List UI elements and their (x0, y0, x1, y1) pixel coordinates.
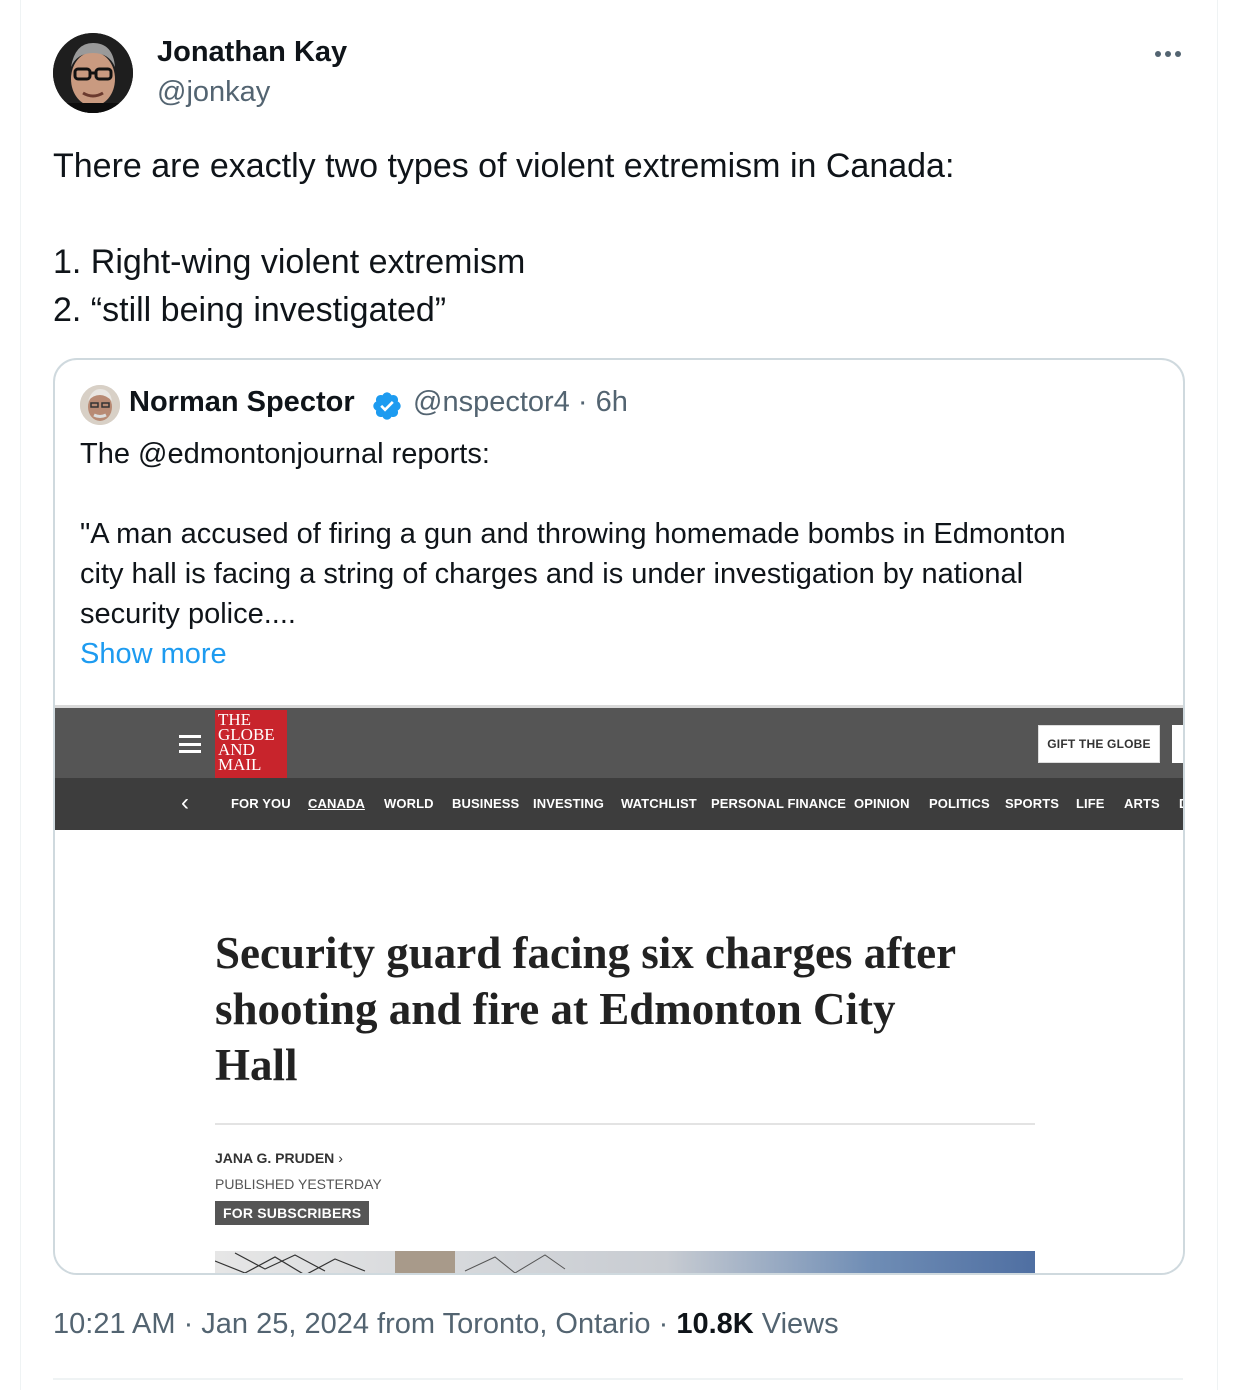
tweet-line: 2. “still being investigated” (53, 291, 447, 329)
nav-item-canada: CANADA (308, 796, 365, 811)
author-avatar[interactable] (53, 33, 133, 113)
nav-item-investing: INVESTING (533, 796, 604, 811)
views-count: 10.8K (676, 1308, 754, 1340)
quoted-line: The @edmontonjournal reports: (80, 438, 490, 470)
globe-header-bar: THE GLOBE AND MAIL GIFT THE GLOBE (55, 708, 1183, 778)
nav-item-personal-finance: PERSONAL FINANCE (711, 796, 846, 811)
headline-line: shooting and fire at Edmonton City (215, 984, 896, 1034)
headline-line: Hall (215, 1040, 298, 1090)
divider (53, 1378, 1183, 1380)
article-photo (215, 1251, 1035, 1273)
nav-item-watchlist: WATCHLIST (621, 796, 697, 811)
author-name[interactable]: Jonathan Kay (157, 36, 347, 69)
quoted-line: security police.... (80, 598, 296, 630)
nav-item-politics: POLITICS (929, 796, 990, 811)
quoted-line: "A man accused of firing a gun and throw… (80, 518, 1066, 550)
quoted-author-name[interactable]: Norman Spector (129, 386, 355, 419)
author-photo (53, 33, 133, 113)
tweet-timestamp: 10:21 AM · Jan 25, 2024 from Toronto, On… (53, 1308, 839, 1341)
more-options-icon[interactable] (1148, 40, 1188, 68)
headline-line: Security guard facing six charges after (215, 928, 957, 978)
article-byline: JANA G. PRUDEN › (215, 1150, 343, 1166)
quoted-author-avatar[interactable] (80, 385, 120, 425)
header-extra-button (1172, 725, 1183, 763)
chevron-right-icon: › (338, 1150, 343, 1166)
nav-item-life: LIFE (1076, 796, 1105, 811)
quoted-line: city hall is facing a string of charges … (80, 558, 1024, 590)
published-date: PUBLISHED YESTERDAY (215, 1176, 382, 1192)
nav-item-business: BUSINESS (452, 796, 520, 811)
tweet-line: There are exactly two types of violent e… (53, 147, 955, 185)
quoted-tweet-text: The @edmontonjournal reports: "A man acc… (80, 434, 1170, 634)
article-headline: Security guard facing six charges after … (215, 925, 1045, 1093)
nav-item-for-you: FOR YOU (231, 796, 291, 811)
tweet-line (53, 190, 1183, 238)
nav-item-opinion: OPINION (854, 796, 910, 811)
globe-nav-bar: ‹ FOR YOU CANADA WORLD BUSINESS INVESTIN… (55, 778, 1183, 830)
nav-item-sports: SPORTS (1005, 796, 1060, 811)
tweet-line: 1. Right-wing violent extremism (53, 243, 526, 281)
globe-and-mail-logo: THE GLOBE AND MAIL (215, 710, 287, 778)
verified-badge-icon (373, 392, 401, 420)
nav-item-arts: ARTS (1124, 796, 1160, 811)
nav-item-world: WORLD (384, 796, 434, 811)
headline-divider (215, 1123, 1035, 1125)
show-more-link[interactable]: Show more (80, 634, 227, 674)
chevron-left-icon: ‹ (181, 789, 189, 816)
byline-author: JANA G. PRUDEN (215, 1150, 335, 1166)
views-label: Views (753, 1308, 839, 1340)
gift-the-globe-button: GIFT THE GLOBE (1038, 725, 1160, 763)
subscribers-badge: FOR SUBSCRIBERS (215, 1201, 370, 1225)
tweet-text: There are exactly two types of violent e… (53, 142, 1183, 334)
quoted-handle-time[interactable]: @nspector4 · 6h (413, 386, 628, 419)
quoted-author-photo (80, 385, 120, 425)
hamburger-menu-icon (179, 735, 201, 753)
logo-line: MAIL (218, 755, 262, 774)
timestamp-text[interactable]: 10:21 AM · Jan 25, 2024 from Toronto, On… (53, 1308, 676, 1340)
article-screenshot[interactable]: THE GLOBE AND MAIL GIFT THE GLOBE ‹ FOR … (55, 705, 1183, 1273)
author-handle[interactable]: @jonkay (157, 76, 270, 109)
quoted-line (80, 474, 1170, 514)
quoted-tweet-card[interactable]: Norman Spector @nspector4 · 6h The @edmo… (53, 358, 1185, 1275)
nav-item-truncated: D (1179, 796, 1183, 811)
